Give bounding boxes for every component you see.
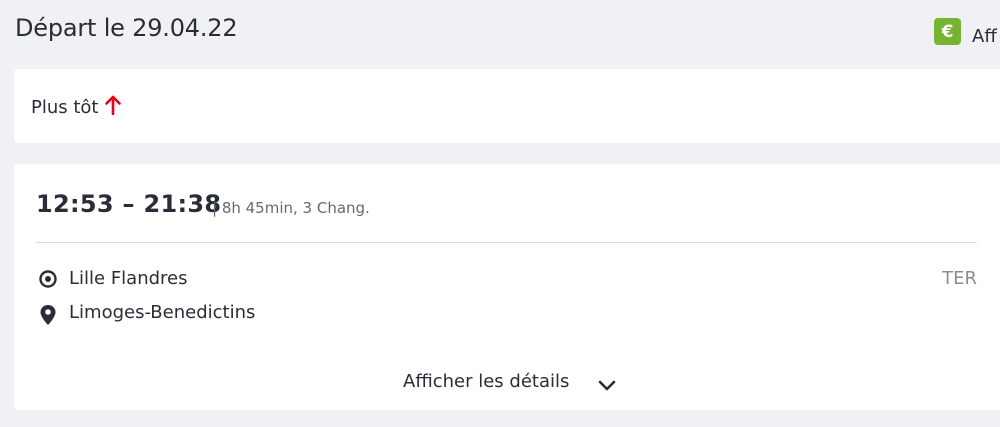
arrow-up-icon — [104, 95, 122, 119]
show-details-label: Afficher les détails — [403, 371, 570, 392]
location-pin-icon — [39, 304, 57, 330]
divider — [36, 242, 977, 243]
earlier-connections-button[interactable]: Plus tôt — [14, 69, 1000, 143]
product-label: TER — [942, 268, 977, 289]
journey-card[interactable]: 12:53 – 21:38 | 8h 45min, 3 Chang. Lille… — [14, 164, 1000, 410]
destination-name: Limoges-Benedictins — [69, 302, 256, 323]
results-header: Départ le 29.04.22 € Aff — [0, 0, 1000, 68]
origin-name: Lille Flandres — [69, 268, 188, 289]
euro-icon[interactable]: € — [934, 18, 961, 45]
chevron-down-icon — [598, 377, 616, 396]
journey-times: 12:53 – 21:38 — [36, 190, 222, 218]
show-details-button[interactable]: Afficher les détails — [403, 371, 616, 397]
page-title: Départ le 29.04.22 — [15, 14, 238, 42]
earlier-label: Plus tôt — [31, 97, 99, 118]
origin-target-icon — [39, 270, 57, 292]
journey-duration: | 8h 45min, 3 Chang. — [212, 199, 370, 217]
show-prices-label[interactable]: Aff — [972, 26, 997, 47]
